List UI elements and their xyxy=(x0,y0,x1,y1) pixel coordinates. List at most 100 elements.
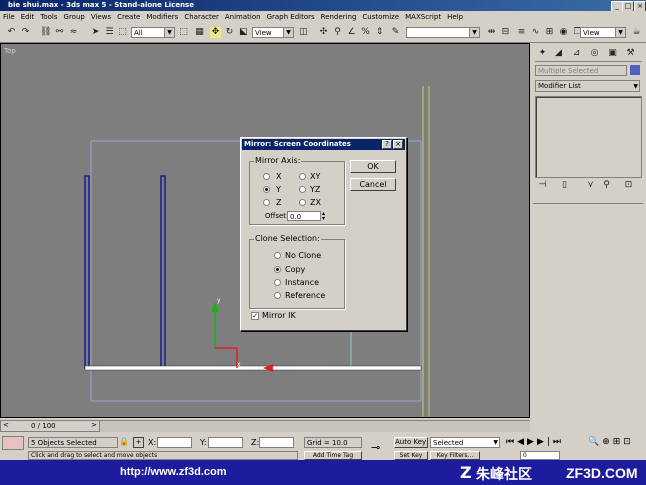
menu-item-views[interactable]: Views xyxy=(88,11,114,24)
reference-coord-dropdown[interactable]: View ▼ xyxy=(252,27,294,38)
z-coord-input[interactable] xyxy=(259,437,294,448)
redo-icon[interactable]: ↷ xyxy=(20,27,31,38)
time-slider[interactable]: < 0 / 100 > xyxy=(0,420,100,432)
schematic-icon[interactable]: ⊞ xyxy=(544,27,555,38)
help-button[interactable]: ? xyxy=(382,140,392,149)
add-time-tag-button[interactable]: Add Time Tag xyxy=(304,451,362,460)
modify-tab-icon[interactable]: ◢ xyxy=(553,48,564,59)
object-color-swatch[interactable] xyxy=(630,65,640,75)
time-prev-icon[interactable]: < xyxy=(3,421,9,429)
menu-item-help[interactable]: Help xyxy=(444,11,466,24)
menu-item-graph-editors[interactable]: Graph Editors xyxy=(264,11,318,24)
undo-icon[interactable]: ↶ xyxy=(6,27,17,38)
track-bar[interactable] xyxy=(100,420,530,432)
snap-icon[interactable]: ⚲ xyxy=(332,27,343,38)
menu-item-modifiers[interactable]: Modifiers xyxy=(143,11,181,24)
configure-sets-icon[interactable]: ⊡ xyxy=(623,180,634,191)
mirror-icon[interactable]: ⇹ xyxy=(486,27,497,38)
auto-key-button[interactable]: Auto Key xyxy=(394,437,428,448)
percent-snap-icon[interactable]: % xyxy=(360,27,371,38)
select-region-icon[interactable]: ⬚ xyxy=(178,27,189,38)
key-mode-dropdown[interactable]: Selected ▼ xyxy=(430,437,500,448)
axis-x-radio[interactable] xyxy=(263,173,270,180)
remove-modifier-icon[interactable]: ⚲ xyxy=(601,180,612,191)
axis-xy-radio[interactable] xyxy=(299,173,306,180)
pin-stack-icon[interactable]: ⊣ xyxy=(537,180,548,191)
set-key-button[interactable]: Set Key xyxy=(394,451,428,460)
region-select-icon[interactable]: ⬚ xyxy=(117,27,128,38)
chevron-down-icon: ▼ xyxy=(615,28,625,37)
menu-bar: File Edit Tools Group Views Create Modifiers Ch… xyxy=(0,11,646,24)
title-bar: bie shui.max - 3ds max 5 - Stand-alone L… xyxy=(0,0,646,11)
x-coord-input[interactable] xyxy=(157,437,192,448)
modifier-list-dropdown[interactable]: Modifier List ▼ xyxy=(535,80,640,92)
no-clone-radio[interactable] xyxy=(274,252,281,259)
menu-item-edit[interactable]: Edit xyxy=(18,11,38,24)
dialog-close-button[interactable]: × xyxy=(393,140,403,149)
align-icon[interactable]: ⊟ xyxy=(500,27,511,38)
create-tab-icon[interactable]: ✦ xyxy=(537,48,548,59)
menu-item-group[interactable]: Group xyxy=(61,11,88,24)
modifier-stack[interactable] xyxy=(535,96,642,178)
menu-item-maxscript[interactable]: MAXScript xyxy=(402,11,444,24)
show-end-result-icon[interactable]: ▯ xyxy=(559,180,570,191)
time-next-icon[interactable]: > xyxy=(91,421,97,429)
y-coord-input[interactable] xyxy=(208,437,243,448)
cancel-button[interactable]: Cancel xyxy=(350,178,396,191)
select-by-name-icon[interactable]: ☰ xyxy=(104,27,115,38)
window-crossing-icon[interactable]: ▦ xyxy=(194,27,205,38)
unlink-icon[interactable]: ⚯ xyxy=(54,27,65,38)
chevron-down-icon: ▼ xyxy=(469,28,479,37)
offset-spinner-icon[interactable]: ▴ ▾ xyxy=(322,211,328,222)
menu-item-character[interactable]: Character xyxy=(181,11,222,24)
quick-render-icon[interactable]: ☕ xyxy=(631,27,642,38)
motion-tab-icon[interactable]: ◎ xyxy=(589,48,600,59)
mirror-ik-checkbox[interactable]: ✓ xyxy=(251,312,259,320)
copy-radio[interactable] xyxy=(274,266,281,273)
instance-radio[interactable] xyxy=(274,279,281,286)
spinner-snap-icon[interactable]: ⇕ xyxy=(374,27,385,38)
axis-yz-radio[interactable] xyxy=(299,186,306,193)
absolute-mode-icon[interactable]: + xyxy=(133,437,144,448)
material-editor-icon[interactable]: ◉ xyxy=(558,27,569,38)
viewport-nav-controls[interactable]: 🔍⊕⊞⊡ xyxy=(588,437,646,448)
select-manipulate-icon[interactable]: ✣ xyxy=(318,27,329,38)
axis-zx-radio[interactable] xyxy=(299,199,306,206)
axis-z-radio[interactable] xyxy=(263,199,270,206)
menu-item-file[interactable]: File xyxy=(0,11,18,24)
menu-item-tools[interactable]: Tools xyxy=(37,11,60,24)
layer-icon[interactable]: ≡ xyxy=(516,27,527,38)
offset-input[interactable]: 0.0 xyxy=(287,211,321,221)
angle-snap-icon[interactable]: ∠ xyxy=(346,27,357,38)
lock-icon[interactable]: 🔒 xyxy=(119,437,129,446)
maxscript-listener[interactable] xyxy=(2,436,24,450)
current-frame-input[interactable]: 0 xyxy=(520,451,560,460)
playback-controls[interactable]: ⏮◀▶▶|⏭ xyxy=(506,437,596,448)
menu-item-rendering[interactable]: Rendering xyxy=(318,11,360,24)
key-filters-button[interactable]: Key Filters... xyxy=(430,451,480,460)
named-selection-icon[interactable]: ✎ xyxy=(390,27,401,38)
object-name-field[interactable]: Multiple Selected xyxy=(535,65,627,76)
render-view-dropdown[interactable]: View ▼ xyxy=(580,27,626,38)
make-unique-icon[interactable]: ⋎ xyxy=(585,180,596,191)
named-selection-dropdown[interactable]: ▼ xyxy=(406,27,480,38)
selection-filter-dropdown[interactable]: All ▼ xyxy=(131,27,175,38)
rotate-icon[interactable]: ↻ xyxy=(224,27,235,38)
curve-editor-icon[interactable]: ∿ xyxy=(530,27,541,38)
utilities-tab-icon[interactable]: ⚒ xyxy=(625,48,636,59)
menu-item-customize[interactable]: Customize xyxy=(359,11,402,24)
pivot-center-icon[interactable]: ◫ xyxy=(298,27,309,38)
hierarchy-tab-icon[interactable]: ⊿ xyxy=(571,48,582,59)
ok-button[interactable]: OK xyxy=(350,160,396,173)
menu-item-create[interactable]: Create xyxy=(114,11,143,24)
scale-icon[interactable]: ⬕ xyxy=(238,27,249,38)
axis-y-radio[interactable] xyxy=(263,186,270,193)
link-icon[interactable]: ⛓ xyxy=(40,27,51,38)
move-icon[interactable]: ✥ xyxy=(210,27,221,38)
bind-spacewarp-icon[interactable]: ≈ xyxy=(68,27,79,38)
reference-radio[interactable] xyxy=(274,292,281,299)
menu-item-animation[interactable]: Animation xyxy=(222,11,264,24)
display-tab-icon[interactable]: ▣ xyxy=(607,48,618,59)
select-icon[interactable]: ➤ xyxy=(90,27,101,38)
key-icon[interactable]: ⊸ xyxy=(371,441,380,454)
